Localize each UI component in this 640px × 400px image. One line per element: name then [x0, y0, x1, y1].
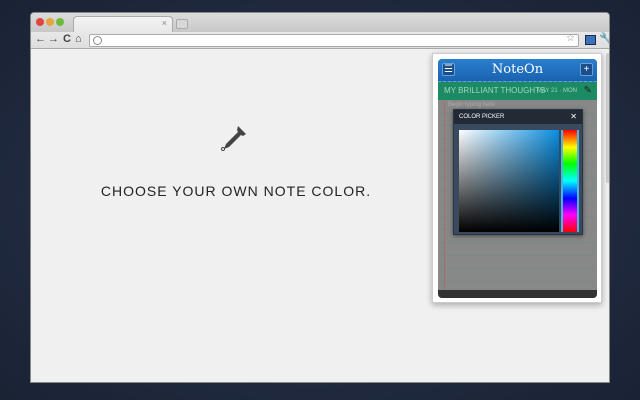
color-picker-dialog: COLOR PICKER ✕: [453, 109, 583, 235]
new-tab-button[interactable]: [176, 19, 188, 29]
address-bar[interactable]: ☆: [89, 33, 579, 47]
hue-gradient: [563, 130, 577, 232]
color-picker-header: COLOR PICKER ✕: [454, 110, 582, 124]
app-header: ☰ NoteOn +: [438, 59, 597, 82]
wrench-menu-icon[interactable]: 🔧: [599, 32, 609, 45]
eyedropper-icon: [221, 126, 246, 151]
close-window-button[interactable]: [36, 18, 44, 26]
noteon-extension-button[interactable]: [585, 35, 596, 45]
hue-slider[interactable]: [561, 130, 579, 232]
note-date: MAY 21 · MON: [536, 88, 577, 94]
toolbar: ← → C ⌂ ☆ 🔧: [31, 32, 609, 49]
note-title[interactable]: MY BRILLIANT THOUGHTS: [444, 86, 545, 95]
color-pen-icon[interactable]: ✎: [584, 82, 592, 100]
app-footer: [438, 290, 597, 298]
maximize-window-button[interactable]: [56, 18, 64, 26]
app-title: NoteOn: [491, 62, 544, 77]
note-title-bar: MY BRILLIANT THOUGHTS MAY 21 · MON ✎: [438, 82, 597, 100]
minimize-window-button[interactable]: [46, 18, 54, 26]
tab-close-icon[interactable]: ×: [162, 18, 167, 28]
menu-button[interactable]: ☰: [442, 63, 455, 76]
note-placeholder: Begin typing here: [448, 102, 495, 108]
home-button[interactable]: ⌂: [75, 33, 82, 45]
page-headline: CHOOSE YOUR OWN NOTE COLOR.: [100, 183, 372, 199]
tab-strip: ×: [31, 13, 609, 32]
bookmark-star-icon[interactable]: ☆: [566, 33, 575, 44]
forward-button[interactable]: →: [48, 33, 59, 45]
noteon-app: ☰ NoteOn + MY BRILLIANT THOUGHTS MAY 21 …: [438, 59, 597, 298]
color-picker-title: COLOR PICKER: [459, 114, 505, 120]
add-note-button[interactable]: +: [580, 63, 593, 76]
note-margin-line: [444, 100, 445, 290]
globe-icon: [93, 36, 102, 45]
extension-popup: ☰ NoteOn + MY BRILLIANT THOUGHTS MAY 21 …: [432, 53, 602, 303]
back-button[interactable]: ←: [35, 33, 46, 45]
saturation-brightness-field[interactable]: [459, 130, 559, 232]
browser-window: × ← → C ⌂ ☆ 🔧 CHOOSE YOUR OWN NOTE COLOR…: [30, 12, 610, 383]
close-icon[interactable]: ✕: [570, 110, 577, 124]
reload-button[interactable]: C: [63, 33, 71, 45]
tab-active[interactable]: ×: [73, 16, 173, 32]
scrollbar[interactable]: [606, 53, 609, 183]
